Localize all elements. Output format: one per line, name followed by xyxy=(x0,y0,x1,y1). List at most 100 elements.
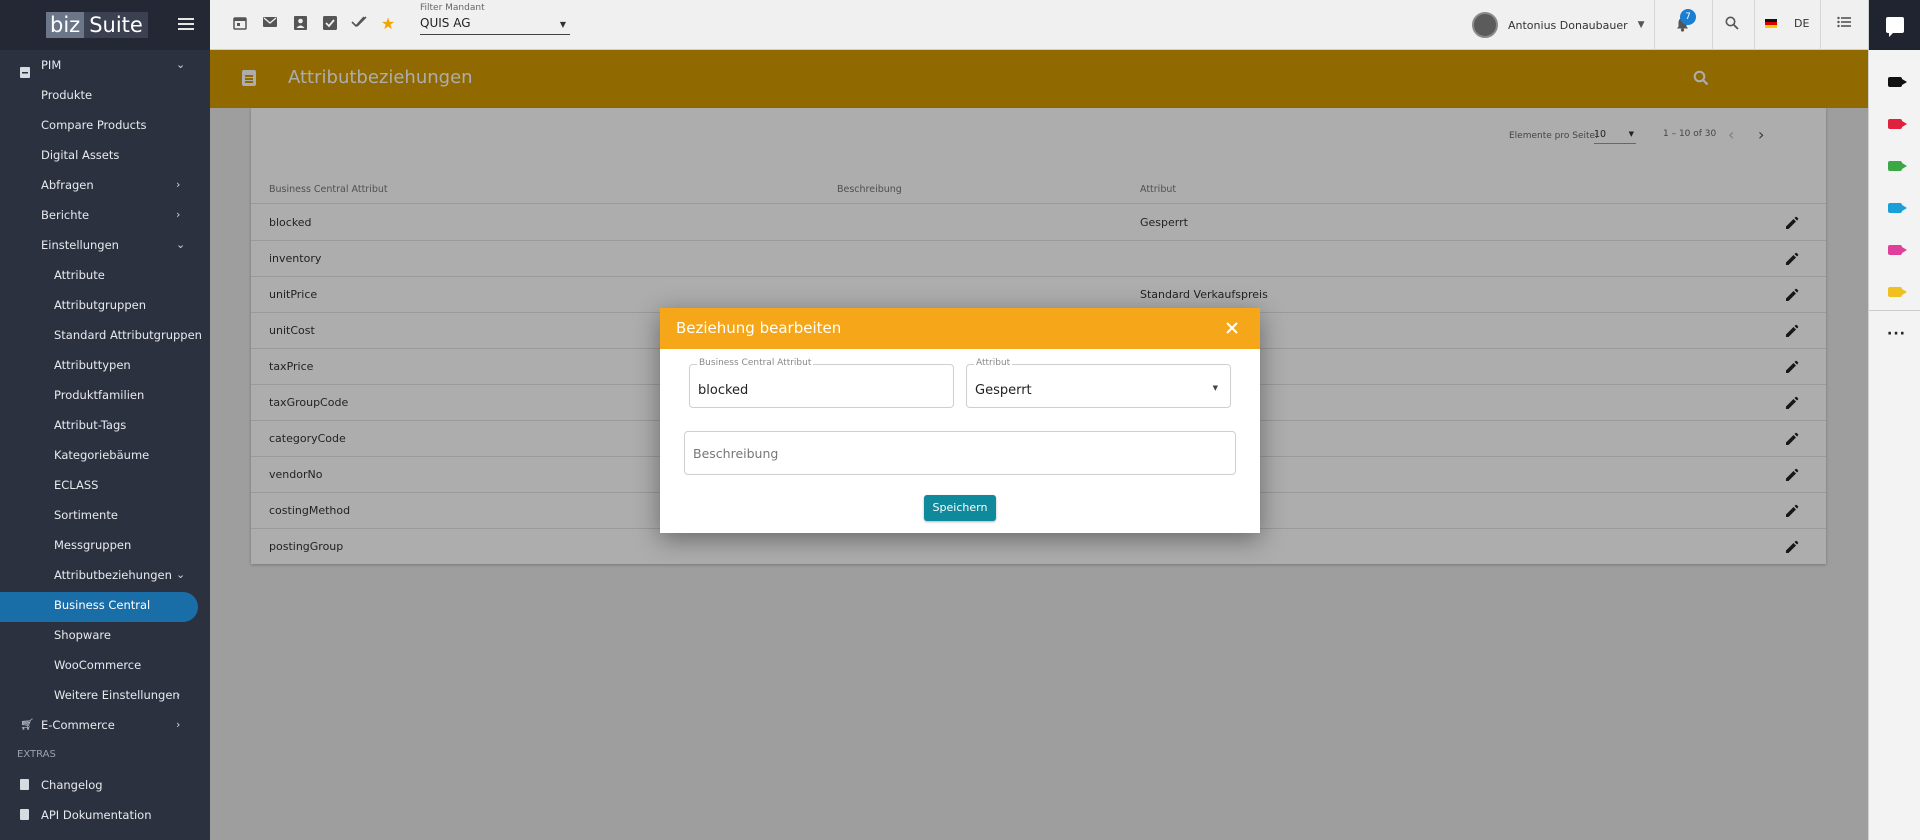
sidebar-item-attribute[interactable]: Attribute xyxy=(0,260,210,290)
sidebar-item-standard-attributgruppen[interactable]: Standard Attributgruppen xyxy=(0,320,210,350)
attribut-select[interactable]: Attribut Gesperrt ▼ xyxy=(966,358,1231,408)
sidebar-item-label: Digital Assets xyxy=(41,148,120,162)
sidebar-item-label: API Dokumentation xyxy=(41,808,152,822)
attribut-value: Gesperrt xyxy=(975,383,1032,398)
sidebar-item-attributbeziehungen[interactable]: Attributbeziehungen ⌄ xyxy=(0,560,210,590)
sidebar-item-label: Compare Products xyxy=(41,118,147,132)
sidebar-item-berichte[interactable]: Berichte › xyxy=(0,200,210,230)
sidebar-item-label: Attributbeziehungen xyxy=(54,568,172,582)
sidebar-item-produkte[interactable]: Produkte xyxy=(0,80,210,110)
video-call-icon[interactable] xyxy=(1888,245,1907,255)
filter-mandant-label: Filter Mandant xyxy=(420,3,485,13)
sidebar-item-kategoriebaeume[interactable]: Kategoriebäume xyxy=(0,440,210,470)
sidebar-item-messgruppen[interactable]: Messgruppen xyxy=(0,530,210,560)
sidebar-item-einstellungen[interactable]: Einstellungen ⌄ xyxy=(0,230,210,260)
bc-attribut-field[interactable]: Business Central Attribut blocked xyxy=(689,358,954,408)
logo-bar: biz Suite xyxy=(0,0,210,50)
logo-part-suite: Suite xyxy=(84,12,148,38)
sidebar-item-label: E-Commerce xyxy=(41,718,115,732)
sidebar-item-e-commerce[interactable]: 🛒︎ E-Commerce › xyxy=(0,710,210,740)
contact-icon[interactable] xyxy=(292,16,308,32)
storage-icon xyxy=(20,59,30,78)
cart-icon: 🛒︎ xyxy=(20,718,34,731)
sidebar-item-sortimente[interactable]: Sortimente xyxy=(0,500,210,530)
sidebar-item-label: Attribute xyxy=(54,268,105,282)
divider xyxy=(1754,0,1755,50)
sidebar: biz Suite PIM ⌄ Produkte Compare Product… xyxy=(0,0,210,840)
search-icon[interactable] xyxy=(1724,16,1740,32)
sidebar-item-label: Shopware xyxy=(54,628,111,642)
sidebar-item-changelog[interactable]: Changelog xyxy=(0,770,210,800)
save-button[interactable]: Speichern xyxy=(924,495,996,521)
chat-icon xyxy=(1885,17,1904,37)
sidebar-item-label: Produktfamilien xyxy=(54,388,145,402)
video-call-icon[interactable] xyxy=(1888,161,1907,171)
notification-badge: 7 xyxy=(1680,9,1696,25)
sidebar-item-abfragen[interactable]: Abfragen › xyxy=(0,170,210,200)
sidebar-item-label: Attributgruppen xyxy=(54,298,146,312)
chat-toggle[interactable] xyxy=(1869,0,1920,50)
sidebar-section-extras: EXTRAS xyxy=(17,749,56,760)
sidebar-item-label: Berichte xyxy=(41,208,90,222)
video-call-icon[interactable] xyxy=(1888,119,1907,129)
sidebar-item-digital-assets[interactable]: Digital Assets xyxy=(0,140,210,170)
chevron-right-icon: › xyxy=(176,178,181,191)
beschreibung-placeholder: Beschreibung xyxy=(693,446,779,461)
dialog-header: Beziehung bearbeiten xyxy=(660,308,1260,349)
sidebar-item-business-central[interactable]: Business Central xyxy=(0,590,210,622)
filter-mandant[interactable]: Filter Mandant QUIS AG ▼ xyxy=(420,3,570,35)
sidebar-item-label: Attributtypen xyxy=(54,358,131,372)
video-call-icon[interactable] xyxy=(1888,287,1907,297)
chevron-down-icon: ⌄ xyxy=(176,568,186,581)
video-call-icon[interactable] xyxy=(1888,77,1907,87)
list-icon[interactable] xyxy=(1836,16,1852,32)
hamburger-menu-icon[interactable] xyxy=(178,18,194,30)
sidebar-item-label: Business Central xyxy=(54,598,151,612)
sidebar-item-label: Attribut-Tags xyxy=(54,418,127,432)
sidebar-item-label: Weitere Einstellungen xyxy=(54,688,180,702)
attribut-label: Attribut xyxy=(974,358,1013,368)
bc-attribut-label: Business Central Attribut xyxy=(697,358,814,368)
sidebar-item-label: Messgruppen xyxy=(54,538,132,552)
sidebar-item-weitere-einstellungen[interactable]: Weitere Einstellungen › xyxy=(0,680,210,710)
sidebar-item-label: Standard Attributgruppen xyxy=(54,328,202,342)
sidebar-item-attributtypen[interactable]: Attributtypen xyxy=(0,350,210,380)
sidebar-item-label: Abfragen xyxy=(41,178,94,192)
divider xyxy=(1712,0,1713,50)
app-logo[interactable]: biz Suite xyxy=(46,12,148,38)
sidebar-item-label: Einstellungen xyxy=(41,238,119,252)
video-call-icon[interactable] xyxy=(1888,203,1907,213)
double-check-icon[interactable] xyxy=(351,16,367,32)
star-icon[interactable]: ★ xyxy=(380,16,396,32)
topbar: ★ Filter Mandant QUIS AG ▼ Antonius Dona… xyxy=(210,0,1868,50)
dropdown-arrow-icon: ▼ xyxy=(1212,384,1218,392)
divider xyxy=(1654,0,1655,50)
language-selector[interactable]: DE xyxy=(1794,17,1809,30)
sidebar-item-label: WooCommerce xyxy=(54,658,142,672)
close-icon[interactable] xyxy=(1226,322,1238,334)
edit-relation-dialog: Beziehung bearbeiten Business Central At… xyxy=(660,308,1260,533)
sidebar-item-shopware[interactable]: Shopware xyxy=(0,620,210,650)
sidebar-item-label: Kategoriebäume xyxy=(54,448,150,462)
sidebar-item-pim[interactable]: PIM ⌄ xyxy=(0,50,210,80)
user-menu[interactable]: Antonius Donaubauer ▼ xyxy=(1472,12,1645,38)
filter-mandant-select[interactable]: QUIS AG ▼ xyxy=(420,16,570,35)
sidebar-item-label: Changelog xyxy=(41,778,103,792)
sidebar-item-attributgruppen[interactable]: Attributgruppen xyxy=(0,290,210,320)
beschreibung-field[interactable]: Beschreibung xyxy=(684,431,1236,475)
sidebar-item-api-dokumentation[interactable]: API Dokumentation xyxy=(0,800,210,830)
german-flag-icon[interactable] xyxy=(1765,19,1777,28)
sidebar-item-woocommerce[interactable]: WooCommerce xyxy=(0,650,210,680)
sidebar-item-eclass[interactable]: ECLASS xyxy=(0,470,210,500)
checkbox-icon[interactable] xyxy=(322,16,338,32)
divider xyxy=(1820,0,1821,50)
sidebar-item-attribut-tags[interactable]: Attribut-Tags xyxy=(0,410,210,440)
chevron-down-icon: ▼ xyxy=(1637,20,1645,30)
bc-attribut-value: blocked xyxy=(698,383,749,398)
mail-icon[interactable] xyxy=(262,16,278,32)
chevron-right-icon: › xyxy=(176,208,181,221)
more-icon[interactable]: ··· xyxy=(1887,326,1906,342)
calendar-icon[interactable] xyxy=(232,16,248,32)
sidebar-item-compare-products[interactable]: Compare Products xyxy=(0,110,210,140)
sidebar-item-produktfamilien[interactable]: Produktfamilien xyxy=(0,380,210,410)
